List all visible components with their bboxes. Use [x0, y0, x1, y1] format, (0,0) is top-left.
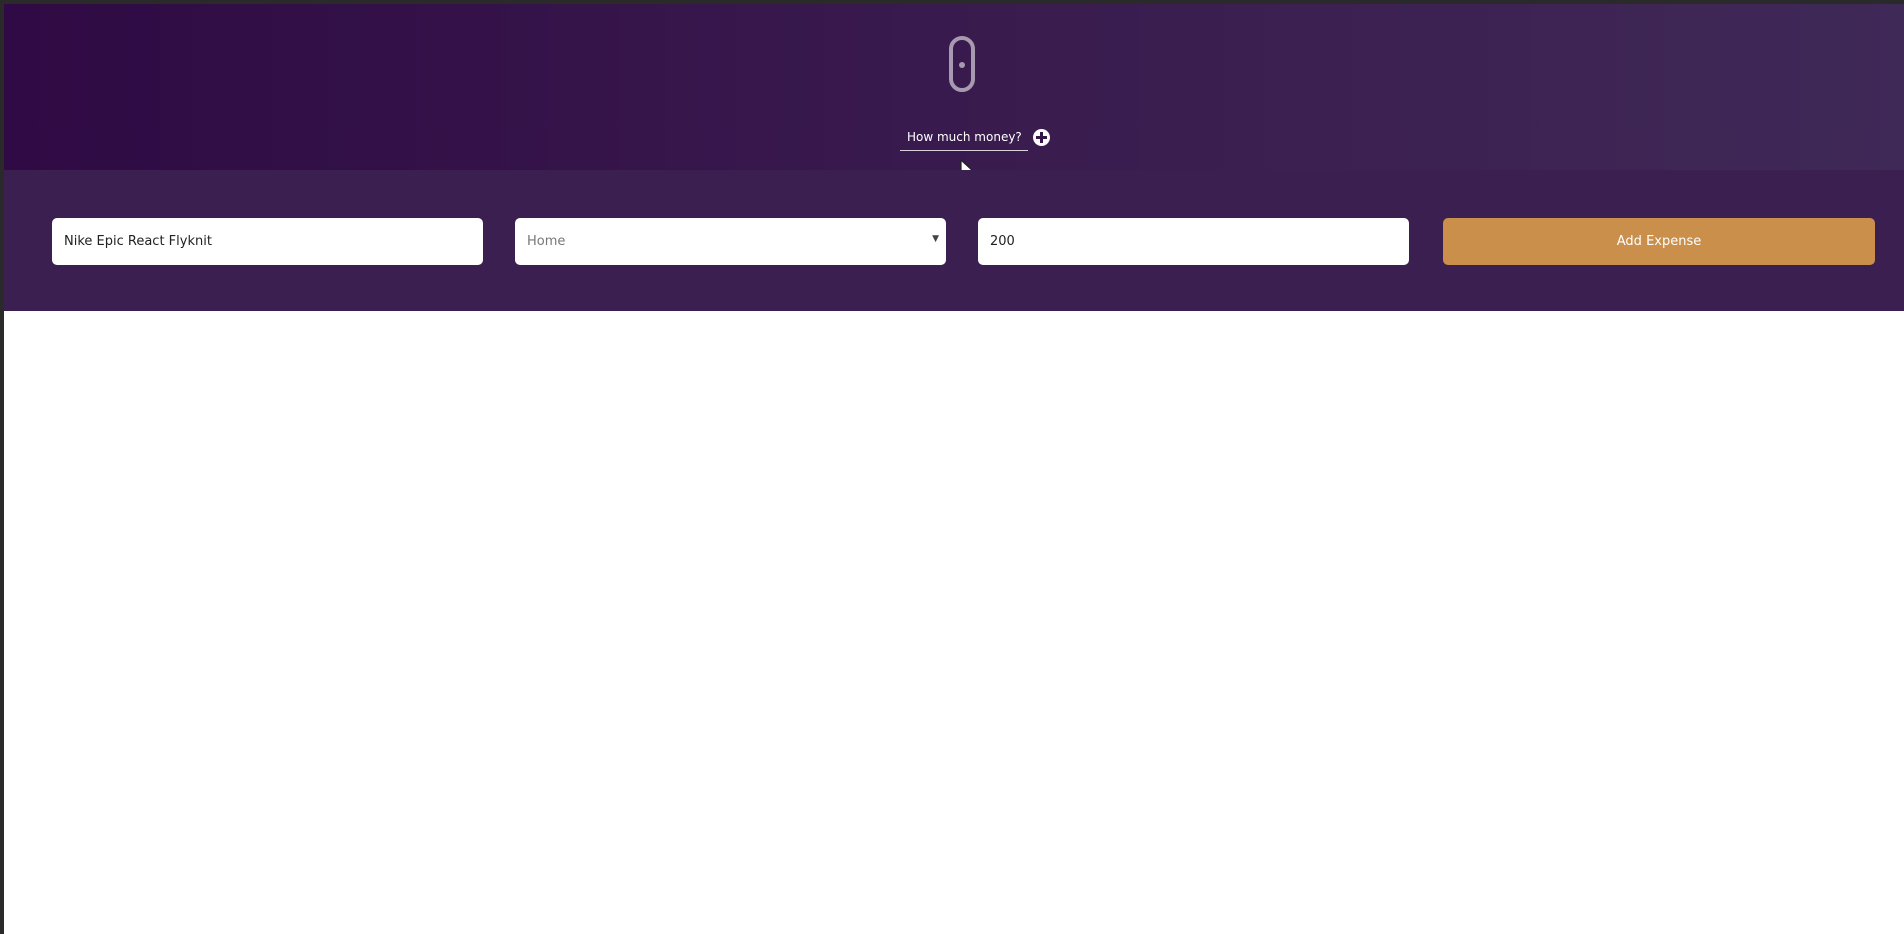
expense-form: Home ▼ Add Expense — [4, 170, 1904, 311]
expense-app: How much money? Home ▼ Add Expense — [4, 4, 1904, 934]
category-select[interactable]: Home ▼ — [515, 218, 946, 265]
money-prompt-label[interactable]: How much money? — [900, 130, 1028, 151]
category-selected-value: Home — [527, 234, 566, 249]
app-header: How much money? — [4, 4, 1904, 180]
mouse-logo-icon — [949, 36, 975, 92]
expense-amount-input[interactable] — [978, 218, 1409, 265]
chevron-down-icon: ▼ — [932, 234, 939, 244]
add-expense-button[interactable]: Add Expense — [1443, 218, 1875, 265]
empty-content-area — [4, 311, 1904, 934]
plus-circle-icon[interactable] — [1032, 129, 1050, 146]
expense-name-input[interactable] — [52, 218, 483, 265]
money-prompt[interactable]: How much money? — [900, 129, 1050, 151]
logo-dot — [959, 62, 965, 68]
